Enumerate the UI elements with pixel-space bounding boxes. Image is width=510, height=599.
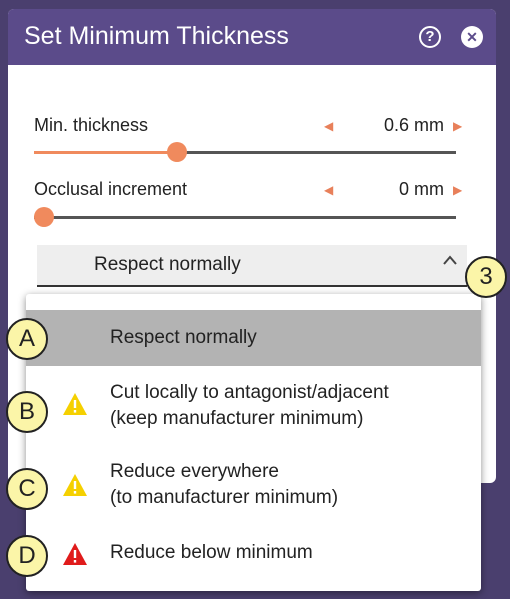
dropdown-menu: Respect normally Cut locally to antagoni… bbox=[26, 294, 481, 591]
callout-c: C bbox=[6, 468, 48, 510]
min-thickness-value: 0.6 mm bbox=[383, 115, 444, 135]
occlusal-increment-value: 0 mm bbox=[399, 179, 444, 199]
option-reduce-below-minimum[interactable]: Reduce below minimum bbox=[26, 526, 481, 582]
option-label-line2: (to manufacturer minimum) bbox=[110, 487, 339, 508]
close-icon[interactable]: ✕ bbox=[461, 26, 483, 48]
callout-a: A bbox=[6, 318, 48, 360]
warning-icon bbox=[63, 474, 87, 496]
min-thickness-label: Min. thickness bbox=[34, 115, 149, 135]
warning-icon bbox=[63, 393, 87, 415]
option-reduce-everywhere[interactable]: Reduce everywhere (to manufacturer minim… bbox=[26, 446, 481, 526]
min-thickness-decrease-arrow-icon[interactable]: ◀ bbox=[324, 119, 333, 133]
min-thickness-increase-arrow-icon[interactable]: ▶ bbox=[453, 119, 462, 133]
thickness-mode-dropdown[interactable]: Respect normally bbox=[37, 245, 467, 287]
chevron-up-icon bbox=[442, 253, 458, 271]
option-label-line2: (keep manufacturer minimum) bbox=[110, 408, 364, 429]
occlusal-increment-label: Occlusal increment bbox=[34, 179, 188, 199]
dialog-title: Set Minimum Thickness bbox=[24, 22, 289, 50]
occlusal-increment-increase-arrow-icon[interactable]: ▶ bbox=[453, 183, 462, 197]
warning-red-icon bbox=[63, 543, 87, 565]
min-thickness-slider-fill bbox=[34, 151, 178, 154]
callout-d: D bbox=[6, 535, 48, 577]
option-label-line1: Cut locally to antagonist/adjacent bbox=[110, 382, 389, 403]
dialog-titlebar: Set Minimum Thickness ? ✕ bbox=[8, 9, 496, 65]
occlusal-increment-decrease-arrow-icon[interactable]: ◀ bbox=[324, 183, 333, 197]
option-label-line1: Reduce everywhere bbox=[110, 461, 279, 482]
min-thickness-slider-thumb[interactable] bbox=[167, 142, 188, 162]
occlusal-increment-slider[interactable] bbox=[34, 207, 456, 227]
option-respect-normally[interactable]: Respect normally bbox=[26, 310, 481, 366]
callout-3: 3 bbox=[465, 256, 507, 298]
min-thickness-slider[interactable] bbox=[34, 142, 456, 162]
callout-b: B bbox=[6, 391, 48, 433]
dropdown-selected-value: Respect normally bbox=[94, 254, 241, 275]
option-label: Respect normally bbox=[110, 327, 257, 348]
help-icon[interactable]: ? bbox=[419, 26, 441, 48]
occlusal-increment-slider-thumb[interactable] bbox=[34, 207, 54, 227]
option-cut-locally[interactable]: Cut locally to antagonist/adjacent (keep… bbox=[26, 366, 481, 446]
option-label: Reduce below minimum bbox=[110, 542, 313, 563]
